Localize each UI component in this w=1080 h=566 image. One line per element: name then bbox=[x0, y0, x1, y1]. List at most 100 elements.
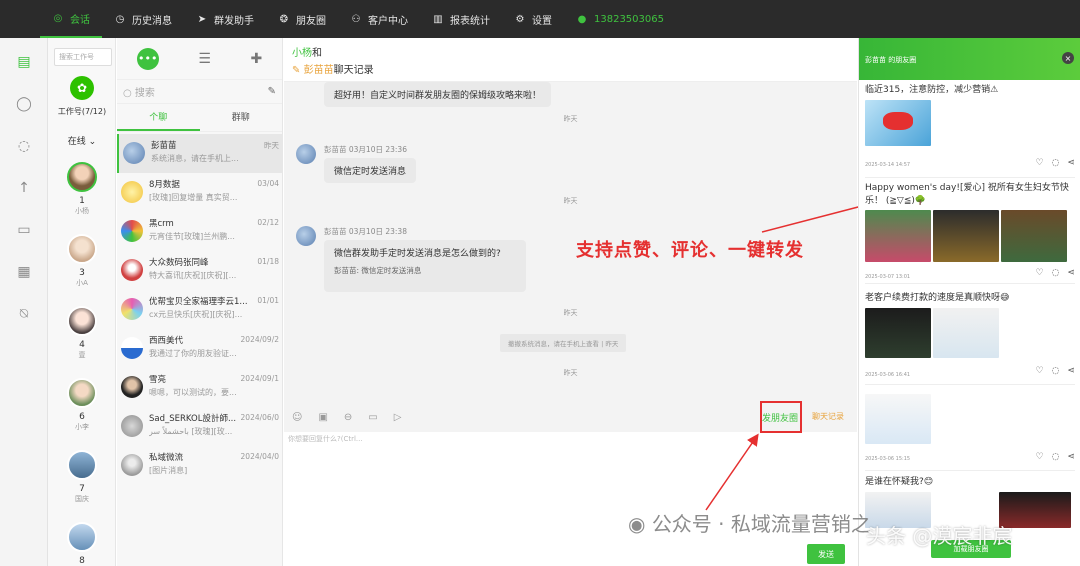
chart-icon: ▥ bbox=[433, 13, 443, 25]
like-icon[interactable]: ♡ bbox=[1036, 366, 1044, 376]
conversation-item[interactable]: Sad_SERKOL設計師... باحشملاً سر [玫瑰][玫... 202… bbox=[117, 407, 283, 446]
conv-search-input[interactable]: ○ 搜索 ✎ bbox=[117, 80, 282, 104]
timestamp: 昨天 bbox=[563, 309, 578, 317]
clear-icon[interactable]: ✎ bbox=[268, 86, 276, 97]
message-bubble[interactable]: 超好用！自定义时间群发朋友圈的保姆级攻略来啦！ bbox=[324, 82, 552, 107]
folder-icon[interactable]: ▭ bbox=[368, 412, 377, 423]
conversation-item[interactable]: 优帮宝贝全家福理李云1... cx元旦快乐[庆祝][庆祝]... 01/01 bbox=[117, 290, 283, 329]
conversation-item[interactable]: 西西美代 我通过了你的朋友验证... 2024/09/2 bbox=[117, 329, 283, 368]
account-search-input[interactable]: 搜索工作号 bbox=[54, 48, 112, 66]
conversation-item[interactable]: 大众数码张同峰 特大喜讯[庆祝][庆祝][... 01/18 bbox=[117, 251, 283, 290]
avatar bbox=[121, 415, 143, 437]
chat-subtitle: ✎ 彭苗苗聊天记录 bbox=[292, 65, 374, 76]
message-meta: 彭苗苗 03月10日 23:36 bbox=[324, 145, 407, 154]
chat-tab-icon[interactable]: ••• bbox=[136, 47, 159, 70]
comment-icon[interactable]: ◌ bbox=[1052, 158, 1060, 168]
like-icon[interactable]: ♡ bbox=[1036, 158, 1044, 168]
message-bubble[interactable]: 微信定时发送消息 bbox=[324, 158, 417, 183]
video-icon[interactable]: ▷ bbox=[394, 412, 402, 423]
post-actions: ♡ ◌ ⋖ bbox=[1036, 366, 1075, 376]
conversation-item[interactable]: 彭苗苗 系统消息，请在手机上... 昨天 bbox=[117, 134, 283, 173]
comment-icon[interactable]: ◌ bbox=[14, 136, 34, 156]
account-item[interactable]: 6 小李 bbox=[65, 378, 99, 432]
avatar bbox=[67, 234, 97, 264]
conv-segment: 个聊 群聊 bbox=[117, 104, 282, 132]
share-icon[interactable]: ⋖ bbox=[1067, 366, 1075, 376]
upload-icon[interactable]: ↑ bbox=[14, 178, 34, 198]
moments-panel: 彭苗苗 的朋友圈 × 临近315，注意防控，减少营销⚠ 2025-03-14 1… bbox=[858, 38, 1080, 566]
comment-icon[interactable]: ◌ bbox=[1052, 268, 1060, 278]
nav-customers[interactable]: ⚇ 客户中心 bbox=[338, 0, 420, 38]
conversation-item[interactable]: 雪亮 嗯嗯，可以测试的，要... 2024/09/1 bbox=[117, 368, 283, 407]
message-bubble[interactable]: 微信群发助手定时发送消息是怎么做到的? 彭苗苗: 微信定时发送消息 bbox=[324, 240, 526, 292]
message-input[interactable]: 你想要回复什么?(Ctrl... bbox=[288, 434, 363, 444]
conversation-item[interactable]: 8月数据 [玫瑰]回复增量 真实贸... 03/04 bbox=[117, 173, 283, 212]
nav-mass-send[interactable]: ➤ 群发助手 bbox=[184, 0, 266, 38]
post-image[interactable] bbox=[865, 210, 931, 262]
feature-annotation: 支持点赞、评论、一键转发 bbox=[576, 240, 804, 261]
nav-chat[interactable]: ◎ 会话 bbox=[40, 0, 102, 38]
post-image[interactable] bbox=[933, 308, 999, 358]
post-image[interactable] bbox=[865, 394, 931, 444]
comment-icon[interactable]: ◌ bbox=[1052, 366, 1060, 376]
top-nav-bar: ◎ 会话 ◷ 历史消息 ➤ 群发助手 ❂ 朋友圈 ⚇ 客户中心 ▥ 报表统计 ⚙ 设置 ● 13… bbox=[0, 0, 1080, 38]
watermark-right: 头条 @漠宸非宸 bbox=[866, 524, 1013, 548]
avatar bbox=[121, 220, 143, 242]
share-icon[interactable]: ⋖ bbox=[1067, 452, 1075, 462]
nav-reports[interactable]: ▥ 报表统计 bbox=[420, 0, 502, 38]
post-image[interactable] bbox=[933, 210, 999, 262]
chat-panel: 小杨和 ✎ 彭苗苗聊天记录 超好用！自定义时间群发朋友圈的保姆级攻略来啦！ 昨天… bbox=[284, 38, 857, 566]
share-icon[interactable]: ⋖ bbox=[1067, 268, 1075, 278]
wechat-icon: ◉ bbox=[628, 512, 646, 536]
like-icon[interactable]: ♡ bbox=[1036, 452, 1044, 462]
chat-list-icon[interactable]: ▤ bbox=[14, 52, 34, 72]
message-meta: 彭苗苗 03月10日 23:38 bbox=[324, 227, 407, 236]
account-item[interactable]: 4壹 bbox=[65, 306, 99, 360]
post-divider bbox=[865, 177, 1075, 178]
close-icon[interactable]: × bbox=[1062, 52, 1074, 64]
account-item[interactable]: 3 小A bbox=[65, 234, 99, 288]
tab-personal[interactable]: 个聊 bbox=[117, 104, 200, 131]
emoji-icon[interactable]: ☺ bbox=[292, 412, 302, 423]
nav-settings[interactable]: ⚙ 设置 bbox=[502, 0, 564, 38]
qrcode-icon[interactable]: ▦ bbox=[14, 262, 34, 282]
like-icon[interactable]: ♡ bbox=[1036, 268, 1044, 278]
nav-history[interactable]: ◷ 历史消息 bbox=[102, 0, 184, 38]
contact-name-link[interactable]: 彭苗苗 bbox=[304, 65, 334, 76]
folder-icon[interactable]: ▭ bbox=[14, 220, 34, 240]
clock-icon: ◷ bbox=[115, 13, 125, 25]
bell-off-icon[interactable]: ⍉ bbox=[14, 304, 34, 324]
add-friend-icon[interactable]: ✚ bbox=[250, 51, 262, 67]
chat-record-button[interactable]: 聊天记录 bbox=[812, 411, 844, 422]
timestamp: 昨天 bbox=[563, 369, 578, 377]
account-item[interactable]: 8 bbox=[65, 522, 99, 566]
account-phone[interactable]: ● 13823503065 bbox=[564, 0, 676, 38]
edit-icon[interactable]: ✎ bbox=[292, 65, 300, 76]
account-item[interactable]: 7 国庆 bbox=[65, 450, 99, 504]
post-image[interactable] bbox=[1001, 210, 1067, 262]
sticker-icon[interactable]: ⊖ bbox=[344, 412, 352, 423]
bubble-icon[interactable]: ◯ bbox=[14, 94, 34, 114]
watermark-left: ◉ 公众号 · 私域流量营销之 bbox=[628, 512, 871, 536]
conversation-item[interactable]: 私域微流 [图片消息] 2024/04/0 bbox=[117, 446, 283, 485]
post-image-burst bbox=[883, 112, 913, 130]
nav-moments[interactable]: ❂ 朋友圈 bbox=[266, 0, 338, 38]
conv-type-tabs: ••• ☰ ✚ bbox=[117, 38, 282, 80]
post-image[interactable] bbox=[865, 308, 931, 358]
post-image[interactable] bbox=[865, 100, 931, 146]
tab-group[interactable]: 群聊 bbox=[200, 104, 283, 131]
chat-title: 小杨和 bbox=[292, 48, 322, 59]
conversation-item[interactable]: 黑crm 元宵佳节[玫瑰]兰州鹏... 02/12 bbox=[117, 212, 283, 251]
image-icon[interactable]: ▣ bbox=[318, 412, 327, 423]
post-divider bbox=[865, 283, 1075, 284]
send-button[interactable]: 发送 bbox=[807, 544, 845, 564]
online-filter[interactable]: 在线 ⌄ bbox=[48, 134, 116, 147]
moment-post: 临近315，注意防控，减少营销⚠ 2025-03-14 14:57 ♡ ◌ ⋖ bbox=[865, 85, 1075, 168]
account-item[interactable]: 1 小杨 bbox=[65, 162, 99, 216]
timestamp: 昨天 bbox=[563, 115, 578, 123]
post-actions: ♡ ◌ ⋖ bbox=[1036, 452, 1075, 462]
comment-icon[interactable]: ◌ bbox=[1052, 452, 1060, 462]
chat-icon: ◎ bbox=[53, 12, 63, 24]
contacts-tab-icon[interactable]: ☰ bbox=[198, 51, 211, 67]
share-icon[interactable]: ⋖ bbox=[1067, 158, 1075, 168]
